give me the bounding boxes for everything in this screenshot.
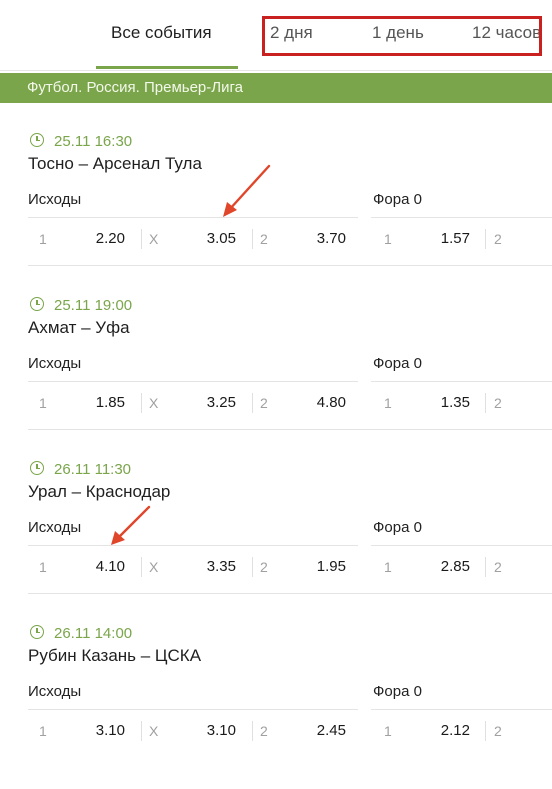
market-handicap-label: Фора 0 <box>373 519 422 536</box>
handicap-2-label: 2 <box>494 723 502 739</box>
clock-icon <box>30 133 44 147</box>
odds-home-button[interactable]: 1.85 <box>65 394 125 411</box>
odds-home-button[interactable]: 2.20 <box>65 230 125 247</box>
outcome-1-label: 1 <box>39 723 47 739</box>
odds-away-button[interactable]: 3.70 <box>286 230 346 247</box>
handicap-2-label: 2 <box>494 559 502 575</box>
tab-twelve-hours[interactable]: 12 часов <box>472 23 541 43</box>
divider <box>371 545 552 546</box>
market-outcomes-label: Исходы <box>28 355 82 372</box>
odds-divider <box>485 229 486 249</box>
handicap-1-odds-button[interactable]: 1.35 <box>410 394 470 411</box>
tab-all-events[interactable]: Все события <box>111 23 212 43</box>
handicap-1-label: 1 <box>384 723 392 739</box>
odds-divider <box>252 557 253 577</box>
odds-divider <box>141 557 142 577</box>
tab-one-day[interactable]: 1 день <box>372 23 424 43</box>
outcome-x-label: X <box>149 723 159 739</box>
market-handicap-label: Фора 0 <box>373 355 422 372</box>
event-time-text: 26.11 14:00 <box>54 625 133 642</box>
handicap-1-odds-button[interactable]: 1.57 <box>410 230 470 247</box>
odds-draw-button[interactable]: 3.25 <box>176 394 236 411</box>
event-time: 26.11 11:30 <box>30 461 131 479</box>
odds-home-button[interactable]: 3.10 <box>65 722 125 739</box>
outcome-2-label: 2 <box>260 231 268 247</box>
outcome-x-label: X <box>149 559 159 575</box>
market-handicap-label: Фора 0 <box>373 191 422 208</box>
event-teams[interactable]: Ахмат – Уфа <box>28 318 130 338</box>
divider <box>371 381 552 382</box>
market-outcomes-label: Исходы <box>28 519 82 536</box>
event-time-text: 26.11 11:30 <box>54 461 132 478</box>
odds-divider <box>252 721 253 741</box>
outcome-x-label: X <box>149 395 159 411</box>
divider <box>28 545 358 546</box>
divider <box>371 709 552 710</box>
market-outcomes-label: Исходы <box>28 191 82 208</box>
clock-icon <box>30 461 44 475</box>
event-time-text: 25.11 16:30 <box>54 133 133 150</box>
outcome-1-label: 1 <box>39 231 47 247</box>
event-teams[interactable]: Урал – Краснодар <box>28 482 170 502</box>
outcome-x-label: X <box>149 231 159 247</box>
market-handicap-label: Фора 0 <box>373 683 422 700</box>
handicap-1-label: 1 <box>384 231 392 247</box>
odds-draw-button[interactable]: 3.10 <box>176 722 236 739</box>
row-divider <box>28 593 552 594</box>
event-time: 25.11 16:30 <box>30 133 132 151</box>
odds-divider <box>252 393 253 413</box>
odds-away-button[interactable]: 2.45 <box>286 722 346 739</box>
odds-draw-button[interactable]: 3.05 <box>176 230 236 247</box>
outcome-1-label: 1 <box>39 395 47 411</box>
event-card: 25.11 19:00 Ахмат – Уфа Исходы Фора 0 1 … <box>0 297 552 461</box>
odds-draw-button[interactable]: 3.35 <box>176 558 236 575</box>
active-tab-indicator <box>96 66 238 69</box>
outcome-1-label: 1 <box>39 559 47 575</box>
handicap-2-label: 2 <box>494 395 502 411</box>
handicap-2-label: 2 <box>494 231 502 247</box>
handicap-1-label: 1 <box>384 559 392 575</box>
odds-divider <box>252 229 253 249</box>
event-time-text: 25.11 19:00 <box>54 297 133 314</box>
odds-home-button[interactable]: 4.10 <box>65 558 125 575</box>
odds-divider <box>141 721 142 741</box>
clock-icon <box>30 625 44 639</box>
tab-two-days[interactable]: 2 дня <box>270 23 313 43</box>
event-teams[interactable]: Тосно – Арсенал Тула <box>28 154 202 174</box>
odds-divider <box>485 393 486 413</box>
handicap-1-odds-button[interactable]: 2.12 <box>410 722 470 739</box>
odds-divider <box>141 229 142 249</box>
row-divider <box>28 265 552 266</box>
event-card: 25.11 16:30 Тосно – Арсенал Тула Исходы … <box>0 133 552 297</box>
odds-divider <box>485 721 486 741</box>
outcome-2-label: 2 <box>260 395 268 411</box>
divider <box>28 381 358 382</box>
odds-away-button[interactable]: 4.80 <box>286 394 346 411</box>
event-card: 26.11 14:00 Рубин Казань – ЦСКА Исходы Ф… <box>0 625 552 789</box>
outcome-2-label: 2 <box>260 723 268 739</box>
odds-divider <box>485 557 486 577</box>
filter-tabs-bar: Все события 2 дня 1 день 12 часов <box>0 0 552 71</box>
row-divider <box>28 429 552 430</box>
clock-icon <box>30 297 44 311</box>
odds-away-button[interactable]: 1.95 <box>286 558 346 575</box>
handicap-1-odds-button[interactable]: 2.85 <box>410 558 470 575</box>
outcome-2-label: 2 <box>260 559 268 575</box>
league-header[interactable]: Футбол. Россия. Премьер-Лига <box>0 73 552 103</box>
handicap-1-label: 1 <box>384 395 392 411</box>
event-time: 26.11 14:00 <box>30 625 132 643</box>
divider <box>28 217 358 218</box>
divider <box>28 709 358 710</box>
event-time: 25.11 19:00 <box>30 297 132 315</box>
event-teams[interactable]: Рубин Казань – ЦСКА <box>28 646 201 666</box>
market-outcomes-label: Исходы <box>28 683 82 700</box>
odds-divider <box>141 393 142 413</box>
divider <box>371 217 552 218</box>
event-card: 26.11 11:30 Урал – Краснодар Исходы Фора… <box>0 461 552 625</box>
